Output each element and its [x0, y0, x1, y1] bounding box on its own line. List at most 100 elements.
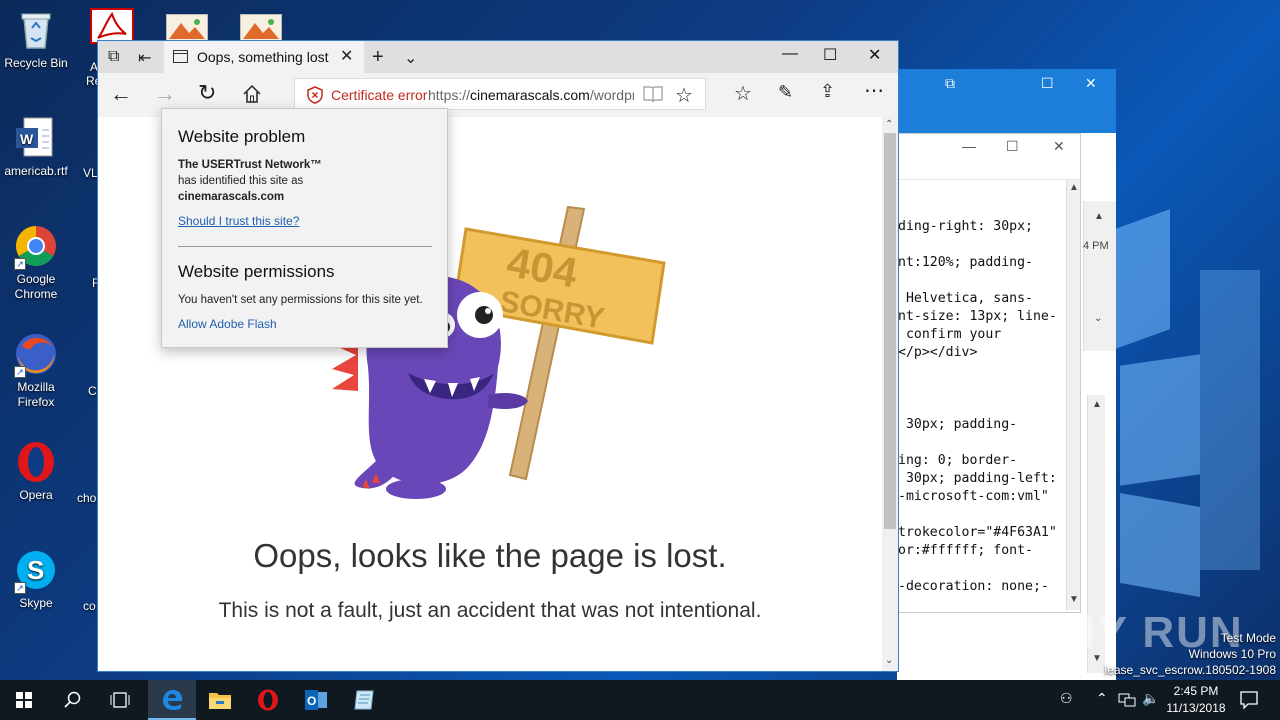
code-line: 30px; padding-left:: [898, 471, 1057, 486]
error-headline: Oops, looks like the page is lost.: [253, 537, 727, 574]
taskbar-clock[interactable]: 2:45 PM 11/13/2018: [1160, 683, 1232, 717]
image-file-icon[interactable]: [240, 14, 282, 42]
outlook-icon: O: [305, 690, 327, 710]
restore-icon[interactable]: ⧉: [945, 75, 955, 92]
address-bar[interactable]: Certificate error https://cinemarascals.…: [294, 78, 706, 110]
scroll-down-icon[interactable]: ▼: [1069, 594, 1079, 605]
certificate-error-icon[interactable]: [307, 86, 323, 104]
code-line: -microsoft-com:vml": [898, 489, 1049, 504]
desktop-icon-label: Google Chrome: [14, 272, 58, 301]
partial-label: co: [83, 599, 96, 613]
scroll-up-icon[interactable]: ⌃: [885, 119, 893, 130]
search-button[interactable]: [48, 680, 96, 720]
set-tabs-aside-icon[interactable]: ⇤: [138, 48, 151, 68]
url-text[interactable]: https://cinemarascals.com/wordpres: [428, 87, 634, 103]
desktop-icon-label: Recycle Bin: [4, 56, 68, 70]
code-line: confirm your: [898, 327, 1002, 342]
page-icon: [173, 50, 188, 63]
desktop-icon-chrome[interactable]: ↗ Google Chrome: [0, 224, 72, 302]
code-line: or:#ffffff; font-: [898, 543, 1033, 558]
chevron-down-icon[interactable]: ⌄: [885, 655, 893, 666]
taskbar-edge[interactable]: [148, 680, 196, 720]
action-center-icon[interactable]: [1240, 691, 1258, 709]
scrollbar-thumb[interactable]: [884, 133, 896, 529]
search-icon: [64, 691, 81, 708]
minimize-icon[interactable]: —: [782, 45, 798, 63]
chevron-up-icon[interactable]: ⌃: [1096, 690, 1108, 707]
opera-icon: [258, 689, 278, 711]
scroll-up-icon[interactable]: ▲: [1092, 399, 1102, 410]
volume-icon[interactable]: 🔈: [1142, 690, 1159, 707]
code-line: ing: 0; border-: [898, 453, 1018, 468]
favorite-star-icon[interactable]: ☆: [675, 83, 693, 108]
share-icon[interactable]: ⇪: [820, 81, 835, 102]
test-mode-label: Test Mode: [1220, 631, 1276, 645]
task-view-button[interactable]: [96, 680, 144, 720]
chrome-icon: ↗: [14, 224, 58, 270]
code-window[interactable]: — ☐ ✕ ding-right: 30px; nt:120%; padding…: [897, 133, 1081, 613]
error-subline: This is not a fault, just an accident th…: [218, 599, 762, 622]
desktop-icon-skype[interactable]: S ↗ Skype: [0, 548, 72, 611]
desktop-icon-firefox[interactable]: ↗ Mozilla Firefox: [0, 332, 72, 410]
desktop-icon-recycle-bin[interactable]: Recycle Bin: [0, 8, 72, 71]
taskbar-app[interactable]: [340, 680, 388, 720]
taskbar-file-explorer[interactable]: [196, 680, 244, 720]
allow-flash-link[interactable]: Allow Adobe Flash: [178, 317, 277, 331]
minimize-icon[interactable]: —: [962, 138, 976, 154]
pdf-icon[interactable]: [90, 8, 134, 44]
web-note-icon[interactable]: ✎: [778, 82, 793, 103]
maximize-icon[interactable]: ☐: [823, 45, 837, 65]
desktop-icon-opera[interactable]: Opera: [0, 440, 72, 503]
maximize-icon[interactable]: ☐: [1006, 138, 1019, 155]
reading-view-icon[interactable]: [643, 85, 663, 103]
refresh-icon[interactable]: ↻: [198, 80, 216, 106]
forward-icon[interactable]: →: [154, 81, 176, 107]
desktop-icon-label: Opera: [19, 488, 53, 502]
url-scheme: https://: [428, 87, 471, 103]
certificate-error-label[interactable]: Certificate error: [331, 87, 427, 103]
home-icon[interactable]: [242, 84, 262, 104]
firefox-icon: ↗: [14, 332, 58, 378]
new-tab-icon[interactable]: +: [372, 46, 384, 69]
build-label: lease_svc_escrow.180502-1908: [1104, 663, 1276, 677]
favorites-hub-icon[interactable]: ☆: [734, 81, 752, 106]
desktop-icon-americab[interactable]: W americab.rtf: [0, 116, 72, 179]
scroll-up-icon[interactable]: ▲: [1094, 211, 1104, 222]
website-permissions-heading: Website permissions: [178, 262, 335, 281]
start-button[interactable]: [0, 680, 48, 720]
code-line: nt:120%; padding-: [898, 255, 1033, 270]
background-scrollbar[interactable]: ▲ ⌄: [1083, 201, 1116, 351]
more-icon[interactable]: ⋯: [864, 78, 884, 103]
close-tab-icon[interactable]: ✕: [340, 46, 353, 66]
tab-preview-icon[interactable]: ⧉: [108, 48, 119, 66]
identified-site: cinemarascals.com: [178, 191, 285, 203]
page-scrollbar[interactable]: ⌃ ⌄: [882, 117, 898, 671]
identified-text: has identified this site as: [178, 175, 304, 187]
taskbar-opera[interactable]: [244, 680, 292, 720]
desktop-icon-label: Skype: [19, 596, 53, 610]
network-icon[interactable]: [1118, 692, 1136, 708]
shortcut-arrow-icon: ↗: [14, 582, 26, 594]
chevron-down-icon[interactable]: ⌄: [1094, 313, 1102, 324]
svg-text:S: S: [27, 555, 44, 585]
people-icon[interactable]: ⚇: [1060, 690, 1073, 707]
close-icon[interactable]: ✕: [1053, 138, 1065, 155]
tab-oops[interactable]: Oops, something lost ✕: [164, 41, 364, 73]
image-file-icon[interactable]: [166, 14, 208, 42]
code-line: 30px; padding-: [898, 417, 1018, 432]
code-line: nt-size: 13px; line-: [898, 309, 1057, 324]
chevron-down-icon[interactable]: ⌄: [404, 48, 417, 68]
taskbar-outlook[interactable]: O: [292, 680, 340, 720]
back-icon[interactable]: ←: [110, 81, 132, 107]
trust-site-link[interactable]: Should I trust this site?: [178, 214, 299, 228]
code-scrollbar[interactable]: ▲ ▼: [1066, 180, 1080, 610]
close-icon[interactable]: ✕: [1085, 75, 1097, 92]
scroll-up-icon[interactable]: ▲: [1069, 182, 1079, 193]
close-icon[interactable]: ✕: [868, 45, 881, 65]
website-problem-heading: Website problem: [178, 127, 306, 146]
maximize-icon[interactable]: ☐: [1041, 75, 1054, 92]
